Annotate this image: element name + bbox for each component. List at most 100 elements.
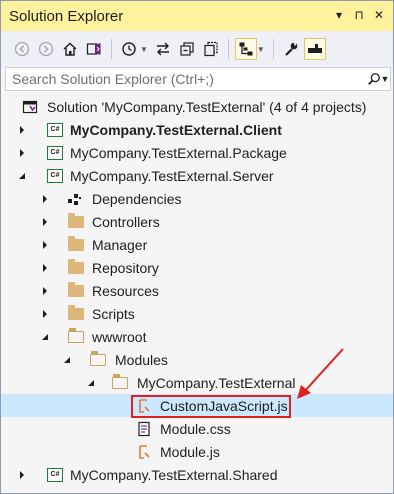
expand-icon[interactable] <box>39 285 51 297</box>
collapse-icon[interactable] <box>85 377 97 389</box>
folder-icon <box>67 304 85 323</box>
tree-item-label: Modules <box>115 351 168 368</box>
forward-icon <box>38 41 54 57</box>
collapse-all-icon <box>180 42 194 56</box>
tree-item-label: Dependencies <box>92 190 182 207</box>
folder-icon <box>67 235 85 254</box>
sync-with-active-document-button[interactable] <box>152 38 174 60</box>
csharp-project-icon: C# <box>46 144 64 162</box>
tree-item-label: Module.css <box>160 420 231 437</box>
collapse-icon[interactable] <box>16 170 28 182</box>
tree-item-label: MyCompany.TestExternal.Shared <box>70 466 278 483</box>
search-box[interactable]: Search Solution Explorer (Ctrl+;) ▼ <box>5 67 391 91</box>
dependencies-icon <box>65 190 83 208</box>
solution-tree: Solution 'MyCompany.TestExternal' (4 of … <box>1 95 393 493</box>
folder-open-icon <box>67 327 85 346</box>
expand-icon[interactable] <box>39 193 51 205</box>
expand-icon[interactable] <box>39 308 51 320</box>
css-file-icon <box>135 420 153 438</box>
tree-view-toggle-button[interactable] <box>234 38 257 60</box>
back-button[interactable] <box>11 38 33 60</box>
tree-item-file[interactable]: Module.js <box>1 440 393 463</box>
tree-item-folder[interactable]: Manager <box>1 233 393 256</box>
window-title: Solution Explorer <box>9 7 124 25</box>
tree-item-label: Resources <box>92 282 159 299</box>
chevron-down-icon: ▼ <box>380 74 390 84</box>
solution-icon <box>21 98 39 116</box>
search-button[interactable]: ▼ <box>366 68 390 90</box>
tree-item-label: Scripts <box>92 305 135 322</box>
home-icon <box>63 42 77 56</box>
chevron-down-icon[interactable]: ▼ <box>140 45 148 54</box>
tree-item-label: Solution 'MyCompany.TestExternal' (4 of … <box>47 98 367 115</box>
javascript-file-icon <box>135 443 153 461</box>
properties-button[interactable] <box>280 38 302 60</box>
tree-item-dependencies[interactable]: Dependencies <box>1 187 393 210</box>
tree-item-file[interactable]: Module.css <box>1 417 393 440</box>
tree-item-label: MyCompany.TestExternal.Server <box>70 167 274 184</box>
csharp-project-icon: C# <box>46 121 64 139</box>
solution-explorer-window: Solution Explorer ▾ ⊓ ✕ ▼ ▼ Search Solut… <box>0 0 394 494</box>
folder-icon <box>67 258 85 277</box>
pending-changes-filter-button[interactable] <box>118 38 140 60</box>
annotation-highlight-box <box>131 395 291 418</box>
expand-icon[interactable] <box>39 262 51 274</box>
search-icon <box>367 73 380 85</box>
preview-selected-items-button[interactable] <box>303 38 326 60</box>
tree-item-label: MyCompany.TestExternal.Client <box>70 121 282 138</box>
csharp-project-icon: C# <box>46 466 64 484</box>
forward-button[interactable] <box>35 38 57 60</box>
wrench-icon <box>285 42 298 56</box>
tree-item-label: Manager <box>92 236 148 253</box>
expand-icon[interactable] <box>39 216 51 228</box>
expand-icon[interactable] <box>16 469 28 481</box>
tree-item-project[interactable]: C# MyCompany.TestExternal.Shared <box>1 463 393 486</box>
clock-icon <box>122 42 136 56</box>
preview-icon <box>307 44 322 53</box>
csharp-project-icon: C# <box>46 167 64 185</box>
expand-icon[interactable] <box>16 124 28 136</box>
toolbar: ▼ ▼ <box>1 31 393 67</box>
tree-item-folder[interactable]: Resources <box>1 279 393 302</box>
title-bar: Solution Explorer ▾ ⊓ ✕ <box>1 1 393 31</box>
title-controls: ▾ ⊓ ✕ <box>331 7 387 23</box>
folder-open-icon <box>111 373 129 392</box>
tree-item-label: Controllers <box>92 213 160 230</box>
toolbar-separator <box>111 39 112 59</box>
home-button[interactable] <box>59 38 81 60</box>
visual-studio-icon <box>86 43 101 55</box>
collapse-icon[interactable] <box>61 354 73 366</box>
back-icon <box>14 41 30 57</box>
switch-views-button[interactable] <box>83 38 105 60</box>
annotation-arrow-icon <box>297 348 344 399</box>
tree-item-label: Repository <box>92 259 159 276</box>
tree-item-folder[interactable]: Controllers <box>1 210 393 233</box>
tree-item-project[interactable]: C# MyCompany.TestExternal.Server <box>1 164 393 187</box>
folder-open-icon <box>89 350 107 369</box>
pin-icon[interactable]: ⊓ <box>351 7 367 23</box>
show-all-files-icon <box>204 41 218 57</box>
collapse-all-button[interactable] <box>176 38 198 60</box>
tree-item-folder[interactable]: Scripts <box>1 302 393 325</box>
show-all-files-button[interactable] <box>200 38 222 60</box>
tree-item-folder[interactable]: Repository <box>1 256 393 279</box>
expand-icon[interactable] <box>39 239 51 251</box>
tree-item-label: MyCompany.TestExternal.Package <box>70 144 287 161</box>
expand-icon[interactable] <box>16 147 28 159</box>
chevron-down-icon[interactable]: ▼ <box>257 45 265 54</box>
folder-icon <box>67 281 85 300</box>
collapse-icon[interactable] <box>39 331 51 343</box>
close-icon[interactable]: ✕ <box>371 7 387 23</box>
folder-icon <box>67 212 85 231</box>
tree-item-solution[interactable]: Solution 'MyCompany.TestExternal' (4 of … <box>1 95 393 118</box>
tree-item-label: MyCompany.TestExternal <box>137 374 296 391</box>
toolbar-separator <box>227 39 229 59</box>
tree-item-label: wwwroot <box>92 328 147 345</box>
sync-icon <box>156 42 169 56</box>
tree-item-project[interactable]: C# MyCompany.TestExternal.Client <box>1 118 393 141</box>
window-menu-icon[interactable]: ▾ <box>331 7 347 23</box>
tree-item-project[interactable]: C# MyCompany.TestExternal.Package <box>1 141 393 164</box>
tree-item-label: Module.js <box>160 443 220 460</box>
hierarchy-icon <box>239 42 253 56</box>
search-input[interactable]: Search Solution Explorer (Ctrl+;) <box>12 71 366 87</box>
